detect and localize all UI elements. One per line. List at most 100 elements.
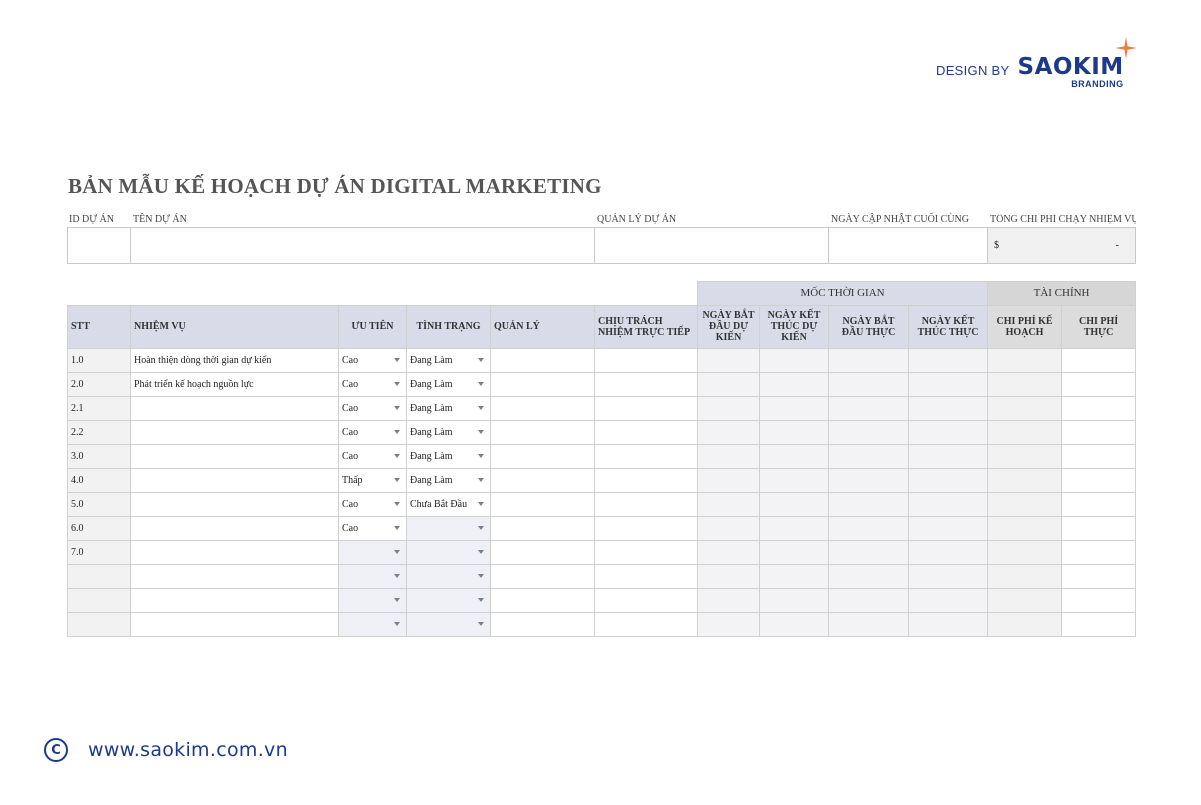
manager-cell[interactable] [490,515,595,541]
responsible-cell[interactable] [593,443,699,469]
actual-cost-cell[interactable] [1061,539,1137,565]
manager-cell[interactable] [490,539,595,565]
priority-dropdown[interactable] [338,587,407,613]
plan-end-cell[interactable] [759,371,830,397]
manager-cell[interactable] [490,371,595,397]
status-dropdown[interactable]: Đang Làm [406,371,491,397]
stt-cell[interactable] [67,587,131,613]
actual-cost-cell[interactable] [1061,491,1137,517]
actual-start-cell[interactable] [828,515,910,541]
plan-end-cell[interactable] [759,491,830,517]
status-dropdown[interactable]: Đang Làm [406,443,491,469]
plan-start-cell[interactable] [697,467,761,493]
dropdown-arrow-icon[interactable] [394,381,400,386]
actual-start-cell[interactable] [828,563,910,589]
actual-end-cell[interactable] [908,419,989,445]
actual-cost-cell[interactable] [1061,347,1137,373]
manager-cell[interactable] [490,587,595,613]
plan-start-cell[interactable] [697,587,761,613]
task-cell[interactable] [130,515,339,541]
dropdown-arrow-icon[interactable] [478,525,484,530]
responsible-cell[interactable] [593,515,699,541]
actual-end-cell[interactable] [908,563,989,589]
plan-cost-cell[interactable] [987,443,1063,469]
actual-end-cell[interactable] [908,467,989,493]
plan-cost-cell[interactable] [987,347,1063,373]
priority-dropdown[interactable]: Cao [338,395,407,421]
responsible-cell[interactable] [593,611,699,637]
actual-cost-cell[interactable] [1061,611,1137,637]
status-dropdown[interactable] [406,515,491,541]
dropdown-arrow-icon[interactable] [394,453,400,458]
manager-cell[interactable] [490,443,595,469]
actual-cost-cell[interactable] [1061,515,1137,541]
priority-dropdown[interactable]: Cao [338,443,407,469]
manager-cell[interactable] [490,467,595,493]
actual-start-cell[interactable] [828,539,910,565]
dropdown-arrow-icon[interactable] [478,453,484,458]
actual-end-cell[interactable] [908,371,989,397]
actual-end-cell[interactable] [908,395,989,421]
responsible-cell[interactable] [593,419,699,445]
plan-cost-cell[interactable] [987,491,1063,517]
task-cell[interactable] [130,419,339,445]
plan-cost-cell[interactable] [987,371,1063,397]
dropdown-arrow-icon[interactable] [478,357,484,362]
manager-cell[interactable] [490,347,595,373]
actual-end-cell[interactable] [908,539,989,565]
stt-cell[interactable]: 7.0 [67,539,131,565]
actual-cost-cell[interactable] [1061,395,1137,421]
priority-dropdown[interactable]: Cao [338,491,407,517]
actual-cost-cell[interactable] [1061,443,1137,469]
manager-cell[interactable] [490,395,595,421]
plan-cost-cell[interactable] [987,515,1063,541]
actual-start-cell[interactable] [828,371,910,397]
plan-start-cell[interactable] [697,347,761,373]
responsible-cell[interactable] [593,563,699,589]
stt-cell[interactable]: 4.0 [67,467,131,493]
responsible-cell[interactable] [593,539,699,565]
priority-dropdown[interactable] [338,611,407,637]
dropdown-arrow-icon[interactable] [478,573,484,578]
actual-end-cell[interactable] [908,491,989,517]
dropdown-arrow-icon[interactable] [478,405,484,410]
plan-end-cell[interactable] [759,515,830,541]
plan-end-cell[interactable] [759,587,830,613]
priority-dropdown[interactable] [338,539,407,565]
dropdown-arrow-icon[interactable] [478,477,484,482]
manager-cell[interactable] [490,611,595,637]
stt-cell[interactable]: 3.0 [67,443,131,469]
dropdown-arrow-icon[interactable] [394,501,400,506]
dropdown-arrow-icon[interactable] [478,621,484,626]
manager-cell[interactable] [490,563,595,589]
plan-end-cell[interactable] [759,467,830,493]
responsible-cell[interactable] [593,587,699,613]
dropdown-arrow-icon[interactable] [394,477,400,482]
stt-cell[interactable] [67,563,131,589]
status-dropdown[interactable] [406,611,491,637]
dropdown-arrow-icon[interactable] [394,357,400,362]
plan-end-cell[interactable] [759,347,830,373]
task-cell[interactable] [130,539,339,565]
plan-end-cell[interactable] [759,443,830,469]
status-dropdown[interactable] [406,563,491,589]
dropdown-arrow-icon[interactable] [394,597,400,602]
plan-cost-cell[interactable] [987,539,1063,565]
plan-start-cell[interactable] [697,395,761,421]
actual-end-cell[interactable] [908,611,989,637]
actual-cost-cell[interactable] [1061,587,1137,613]
plan-start-cell[interactable] [697,563,761,589]
task-cell[interactable] [130,395,339,421]
stt-cell[interactable]: 5.0 [67,491,131,517]
website-link[interactable]: www.saokim.com.vn [88,739,288,761]
task-cell[interactable] [130,563,339,589]
last-updated-cell[interactable] [828,227,988,264]
plan-start-cell[interactable] [697,491,761,517]
project-name-cell[interactable] [130,227,595,264]
status-dropdown[interactable]: Chưa Bắt Đầu [406,491,491,517]
dropdown-arrow-icon[interactable] [478,549,484,554]
priority-dropdown[interactable]: Cao [338,419,407,445]
responsible-cell[interactable] [593,347,699,373]
plan-cost-cell[interactable] [987,611,1063,637]
stt-cell[interactable]: 2.0 [67,371,131,397]
